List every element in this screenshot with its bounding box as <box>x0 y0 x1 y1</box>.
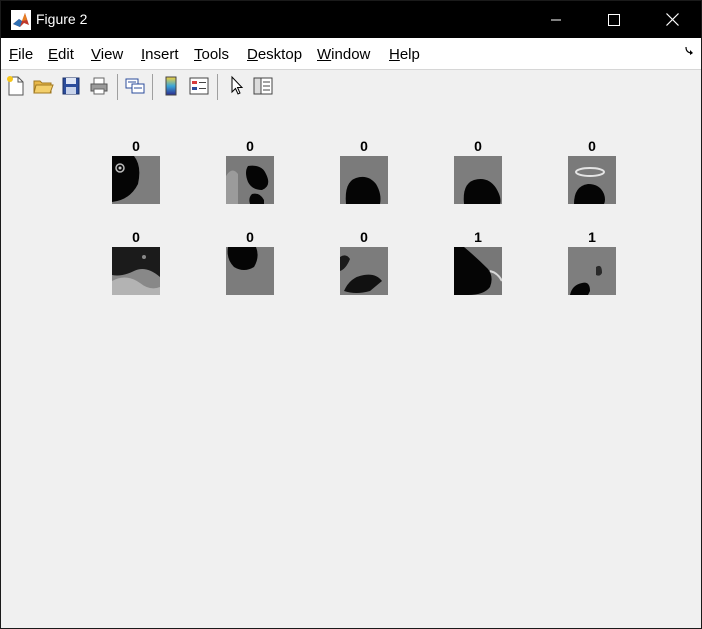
figure-toolbar <box>1 69 701 103</box>
menu-desktop-label: esktop <box>257 46 303 63</box>
menu-tools[interactable]: Tools <box>194 46 229 63</box>
menu-window-mnemonic: W <box>317 46 332 63</box>
subplot-title: 1 <box>474 229 482 245</box>
menu-help[interactable]: Help <box>389 46 420 63</box>
window-title: Figure 2 <box>36 11 88 27</box>
menu-insert[interactable]: Insert <box>141 46 179 63</box>
minimize-button[interactable] <box>527 1 585 38</box>
menu-view-mnemonic: V <box>91 46 101 63</box>
toolbar-separator <box>217 74 218 100</box>
menu-tools-label: ools <box>201 46 230 63</box>
subplot-title: 1 <box>588 229 596 245</box>
menu-help-label: elp <box>399 46 420 63</box>
title-bar[interactable]: Figure 2 <box>1 1 701 38</box>
insert-colorbar-icon[interactable] <box>160 75 182 97</box>
subplot-title: 0 <box>246 229 254 245</box>
menu-tools-mnemonic: T <box>194 46 202 63</box>
subplot-image <box>112 156 160 204</box>
subplot-title: 0 <box>132 229 140 245</box>
menu-insert-label: nsert <box>145 46 179 63</box>
subplot-title: 0 <box>132 138 140 154</box>
subplot-image <box>226 156 274 204</box>
menu-file[interactable]: File <box>9 46 33 63</box>
subplot-image <box>568 156 616 204</box>
menu-help-mnemonic: H <box>389 46 400 63</box>
subplot-image <box>226 247 274 295</box>
subplot-title: 0 <box>588 138 596 154</box>
menu-window[interactable]: Window <box>317 46 370 63</box>
subplot-image <box>568 247 616 295</box>
menu-window-label: indow <box>331 46 371 63</box>
minimize-icon <box>551 19 561 20</box>
menu-file-label: ile <box>18 46 34 63</box>
subplot-title: 0 <box>246 138 254 154</box>
subplot-title: 0 <box>360 229 368 245</box>
print-figure-icon[interactable] <box>88 75 110 97</box>
subplot-title: 0 <box>360 138 368 154</box>
maximize-button[interactable] <box>585 1 643 38</box>
property-inspector-icon[interactable] <box>252 75 274 97</box>
menu-view[interactable]: View <box>91 46 123 63</box>
close-button[interactable] <box>643 1 701 38</box>
subplot-image <box>454 247 502 295</box>
maximize-icon <box>608 13 620 26</box>
menu-file-mnemonic: F <box>9 46 19 63</box>
subplot-image <box>454 156 502 204</box>
toolbar-separator <box>152 74 153 100</box>
figure-canvas: 0 0 0 0 0 0 0 0 1 1 <box>1 102 701 628</box>
save-figure-icon[interactable] <box>60 75 82 97</box>
dock-arrow-icon[interactable] <box>685 46 695 56</box>
open-file-icon[interactable] <box>32 75 54 97</box>
insert-legend-icon[interactable] <box>188 75 210 97</box>
menu-edit[interactable]: Edit <box>48 46 74 63</box>
matlab-logo-icon <box>11 10 31 30</box>
close-icon <box>665 13 679 26</box>
menu-desktop-mnemonic: D <box>247 46 258 63</box>
menu-edit-mnemonic: E <box>48 46 59 63</box>
toolbar-separator <box>117 74 118 100</box>
subplot-title: 0 <box>474 138 482 154</box>
subplot-image <box>340 247 388 295</box>
link-plot-icon[interactable] <box>124 75 146 97</box>
edit-plot-arrow-icon[interactable] <box>226 75 248 97</box>
menu-view-label: iew <box>100 46 124 63</box>
figure-window: Figure 2 File Edit View Insert Tools Des… <box>0 0 702 629</box>
menu-desktop[interactable]: Desktop <box>247 46 302 63</box>
new-figure-icon[interactable] <box>5 75 27 97</box>
subplot-image <box>340 156 388 204</box>
menu-bar: File Edit View Insert Tools Desktop Wind… <box>1 38 701 69</box>
menu-edit-label: dit <box>58 46 74 63</box>
subplot-image <box>112 247 160 295</box>
